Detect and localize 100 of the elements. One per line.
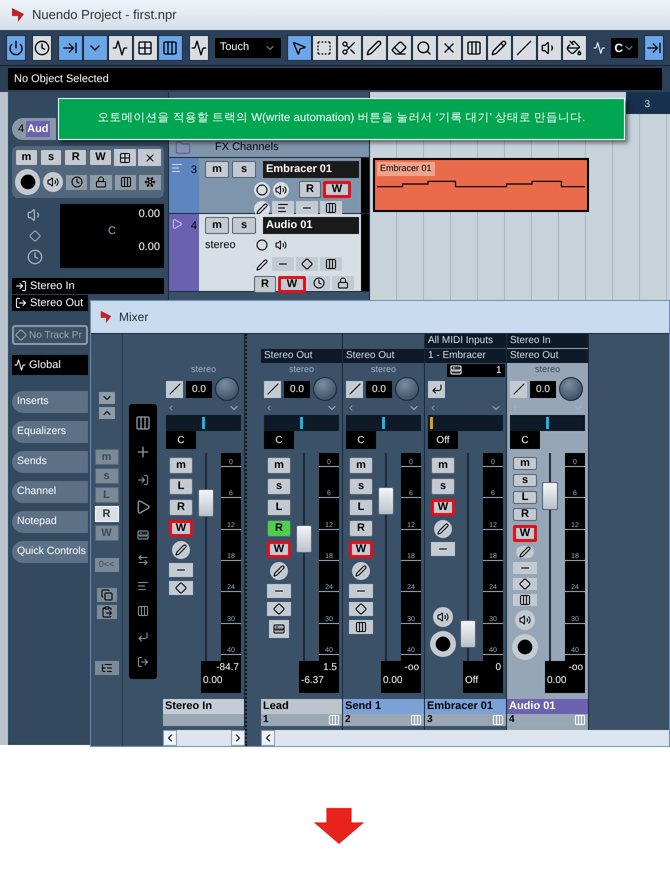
horizontal-scrollbar[interactable] bbox=[261, 730, 669, 746]
eraser-tool-button[interactable] bbox=[386, 34, 412, 60]
record-button[interactable] bbox=[430, 631, 456, 657]
gain-value[interactable]: 0.0 bbox=[284, 380, 310, 398]
phase-button[interactable] bbox=[510, 380, 527, 398]
fader-handle[interactable] bbox=[378, 487, 394, 516]
speaker-tool-button[interactable] bbox=[536, 34, 562, 60]
toggle-button[interactable]: s bbox=[431, 478, 455, 495]
toggle-button[interactable]: R bbox=[267, 520, 291, 537]
automation-field[interactable]: Global bbox=[12, 355, 88, 375]
record-button[interactable] bbox=[512, 634, 538, 660]
line-tool-button[interactable] bbox=[512, 34, 537, 60]
toggle-button[interactable]: R bbox=[64, 149, 88, 166]
volume-readout[interactable]: 1.5 -6.37 bbox=[299, 661, 339, 693]
hierarchy-button[interactable] bbox=[94, 661, 118, 675]
toggle-button[interactable]: m bbox=[205, 161, 229, 178]
send-button[interactable] bbox=[320, 256, 342, 270]
output-routing-field[interactable]: Stereo Out bbox=[343, 349, 424, 363]
scroll-left-button[interactable] bbox=[261, 730, 275, 746]
eq-button[interactable] bbox=[513, 578, 537, 590]
volume-readout[interactable]: 0 Off bbox=[463, 661, 503, 693]
monitor-button[interactable] bbox=[273, 182, 289, 198]
pan-value[interactable]: C bbox=[264, 431, 294, 449]
phase-button[interactable] bbox=[264, 380, 281, 398]
folder-track-row[interactable]: FX Channels bbox=[169, 138, 369, 158]
toggle-button[interactable]: R bbox=[254, 276, 276, 292]
input-routing-field[interactable]: Stereo In bbox=[507, 334, 588, 348]
record-button[interactable] bbox=[254, 182, 270, 198]
send-button[interactable] bbox=[320, 201, 342, 215]
monitor-button[interactable] bbox=[515, 610, 535, 630]
track-name-tab[interactable]: 4 Aud bbox=[12, 118, 56, 140]
toggle-button[interactable]: m bbox=[169, 457, 193, 474]
phase-button[interactable] bbox=[166, 380, 183, 398]
midi-channel-field[interactable]: 1 bbox=[446, 364, 504, 376]
toggle-button[interactable]: s bbox=[232, 217, 256, 234]
inspector-section-tab[interactable]: Channel bbox=[12, 481, 88, 503]
lock-button[interactable] bbox=[332, 276, 354, 290]
scroll-up-button[interactable] bbox=[98, 407, 114, 419]
eq-button[interactable] bbox=[267, 602, 291, 616]
glue-tool-button[interactable] bbox=[362, 34, 387, 60]
scroll-left-button[interactable] bbox=[163, 730, 177, 746]
insert-button[interactable] bbox=[272, 201, 294, 215]
gain-value[interactable]: 0.0 bbox=[186, 380, 212, 398]
insert-button[interactable] bbox=[349, 584, 373, 598]
toggle-button[interactable]: R bbox=[349, 520, 373, 537]
toggle-button[interactable]: s bbox=[40, 149, 62, 166]
zoom-tool-button[interactable] bbox=[412, 34, 437, 60]
range-tool-button[interactable] bbox=[312, 34, 337, 60]
inspector-section-tab[interactable]: Quick Controls bbox=[12, 541, 88, 563]
insert-button[interactable] bbox=[513, 562, 537, 574]
output-routing-field[interactable]: Stereo Out bbox=[12, 295, 88, 311]
insert-button[interactable] bbox=[272, 256, 294, 270]
track-row[interactable]: 4 m s Audio 01 stereo R W bbox=[169, 214, 369, 292]
automation-mode-dropdown[interactable]: Touch bbox=[214, 38, 281, 58]
volume-value[interactable]: 0.00 bbox=[138, 206, 160, 222]
toggle-button[interactable]: m bbox=[431, 457, 455, 474]
inspector-section-tab[interactable]: Sends bbox=[12, 451, 88, 473]
toolbar-toggle-button[interactable] bbox=[108, 34, 133, 60]
eq-button[interactable] bbox=[296, 201, 318, 215]
paste-button[interactable] bbox=[96, 605, 116, 619]
clock-button[interactable] bbox=[32, 34, 52, 60]
pan-value[interactable]: Off bbox=[428, 431, 458, 449]
gain-knob[interactable] bbox=[313, 377, 337, 401]
phase-button[interactable] bbox=[346, 380, 363, 398]
ruler[interactable]: 3 bbox=[626, 92, 670, 114]
delay-value[interactable]: 0.00 bbox=[138, 239, 160, 256]
scroll-down-button[interactable] bbox=[98, 392, 114, 404]
scissors-tool-button[interactable] bbox=[336, 34, 362, 60]
toggle-button[interactable]: m bbox=[205, 217, 229, 234]
toolbar-toggle-button[interactable] bbox=[82, 34, 108, 60]
toggle-button[interactable]: s bbox=[267, 478, 291, 495]
edit-button[interactable] bbox=[516, 546, 534, 558]
toggle-button[interactable]: m bbox=[349, 457, 373, 474]
toggle-button[interactable]: W bbox=[278, 276, 306, 292]
output-routing-field[interactable]: Stereo Out bbox=[507, 349, 588, 363]
lanes-button[interactable] bbox=[114, 174, 136, 190]
toggle-button[interactable]: W bbox=[323, 181, 351, 198]
fader-handle[interactable] bbox=[198, 489, 214, 517]
gain-value[interactable]: 0.0 bbox=[530, 380, 556, 398]
track-name[interactable]: Audio 01 bbox=[263, 217, 359, 234]
send-button[interactable] bbox=[513, 594, 537, 606]
insert-button[interactable] bbox=[267, 584, 291, 598]
toggle-button[interactable]: W bbox=[267, 541, 291, 558]
pan-value[interactable]: C bbox=[166, 431, 196, 449]
eq-button[interactable] bbox=[296, 256, 318, 270]
channel-name[interactable]: Embracer 01 bbox=[425, 699, 506, 714]
instrument-button[interactable] bbox=[269, 620, 289, 638]
gain-value[interactable]: 0.0 bbox=[366, 380, 392, 398]
eq-button[interactable] bbox=[169, 581, 193, 595]
panel-toggle-button[interactable] bbox=[644, 34, 664, 60]
toggle-button[interactable]: L bbox=[267, 499, 291, 516]
toggle-button[interactable]: s bbox=[513, 474, 537, 487]
pan-bar[interactable] bbox=[166, 415, 241, 431]
edit-button[interactable] bbox=[352, 562, 370, 580]
gain-knob[interactable] bbox=[559, 377, 583, 401]
track-name[interactable]: Embracer 01 bbox=[263, 161, 359, 178]
volume-readout[interactable]: -84.7 0.00 bbox=[201, 661, 241, 693]
automation-button[interactable] bbox=[188, 34, 209, 60]
pan-value[interactable]: C bbox=[346, 431, 376, 449]
gain-knob[interactable] bbox=[215, 377, 239, 401]
